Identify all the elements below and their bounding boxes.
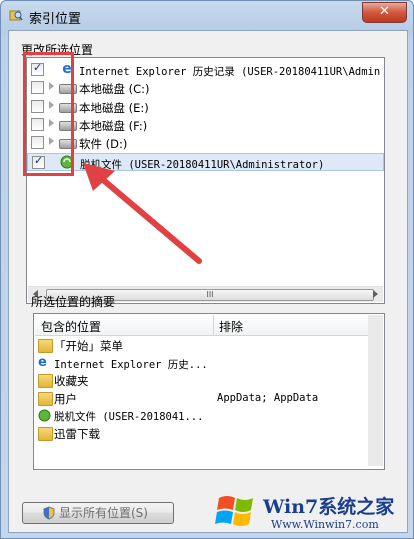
- location-label: 软件 (D:): [79, 137, 128, 152]
- ie-icon: e: [38, 354, 47, 370]
- location-label: 本地磁盘 (C:): [79, 82, 150, 97]
- watermark: Win7系统之家 Www.Winwin7.com: [215, 488, 413, 538]
- annotation-highlight-box: [23, 52, 74, 176]
- show-all-locations-label: 显示所有位置(S): [59, 506, 148, 520]
- location-label: 本地磁盘 (F:): [79, 118, 148, 133]
- show-all-locations-button[interactable]: 显示所有位置(S): [22, 502, 174, 524]
- watermark-brand: Win7系统之家: [263, 496, 395, 518]
- offline-files-icon: [38, 409, 51, 422]
- summary-location-label: 「开始」菜单: [54, 339, 123, 353]
- folder-icon: [38, 339, 53, 353]
- location-row[interactable]: 软件 (D:): [27, 134, 384, 152]
- excluded-value: AppData; AppData: [217, 392, 319, 404]
- summary-location-label: 用户: [54, 391, 77, 406]
- search-folder-icon: [9, 10, 23, 21]
- favorites-folder-icon: [38, 374, 53, 388]
- close-button[interactable]: ✕: [362, 2, 407, 23]
- scroll-right-icon[interactable]: [373, 290, 378, 298]
- location-label: 本地磁盘 (E:): [79, 100, 149, 115]
- summary-table-header: 包含的位置 排除: [35, 315, 368, 336]
- excluded-column-header[interactable]: 排除: [219, 318, 243, 335]
- summary-location-label: 迅雷下载: [54, 426, 100, 441]
- location-row[interactable]: 本地磁盘 (C:): [27, 79, 384, 97]
- shield-icon: [43, 506, 55, 520]
- windows-logo-icon: [215, 496, 253, 526]
- user-folder-icon: [38, 391, 53, 406]
- included-column-header[interactable]: 包含的位置: [41, 318, 101, 335]
- window-title: 索引位置: [29, 12, 82, 27]
- location-row[interactable]: eInternet Explorer 历史记录 (USER-20180411UR…: [27, 61, 384, 79]
- summary-list[interactable]: 包含的位置 排除 「开始」菜单 e Internet Explorer 历史... 收…: [33, 313, 385, 470]
- watermark-url: Www.Winwin7.com: [271, 518, 379, 531]
- vertical-scrollbar[interactable]: [368, 315, 383, 466]
- location-label: Internet Explorer 历史记录 (USER-20180411UR\…: [79, 66, 381, 78]
- title-bar: 索引位置 ✕: [1, 1, 413, 31]
- summary-location-label: 脱机文件 (USER-2018041...: [54, 411, 204, 423]
- indexed-locations-window: 索引位置 ✕ 更改所选位置 eInternet Explorer 历史记录 (U…: [0, 0, 414, 539]
- location-row[interactable]: 本地磁盘 (E:): [27, 98, 384, 116]
- summary-location-label: 收藏夹: [54, 374, 89, 388]
- location-row[interactable]: 本地磁盘 (F:): [27, 116, 384, 134]
- annotation-arrow-icon: [83, 163, 202, 264]
- summary-label: 所选位置的摘要: [31, 295, 116, 309]
- summary-location-label: Internet Explorer 历史...: [54, 358, 208, 371]
- folder-icon: [38, 426, 53, 441]
